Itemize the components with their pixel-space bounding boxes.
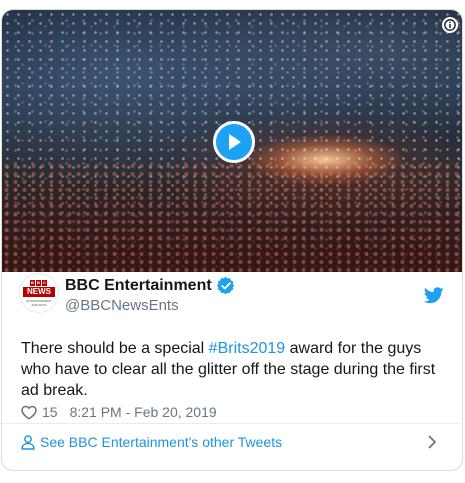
chevron-right-icon bbox=[428, 435, 436, 449]
info-icon bbox=[444, 19, 456, 31]
news-logo-word: NEWS bbox=[23, 287, 55, 297]
crowd-area bbox=[2, 162, 462, 272]
author-name[interactable]: BBC Entertainment bbox=[65, 277, 212, 295]
like-button[interactable]: 15 bbox=[21, 404, 58, 420]
author-handle[interactable]: @BBCNewsEnts bbox=[65, 297, 179, 314]
hashtag-link[interactable]: #Brits2019 bbox=[209, 340, 286, 357]
see-more-label[interactable]: See BBC Entertainment's other Tweets bbox=[40, 434, 282, 450]
bbc-logo-letter: C bbox=[42, 280, 47, 286]
verified-badge-icon bbox=[216, 277, 234, 295]
author-name-row[interactable]: BBC Entertainment bbox=[65, 277, 235, 295]
embedded-tweet-card bbox=[1, 9, 463, 471]
tweet-text-part: There should be a special bbox=[21, 340, 209, 357]
like-count: 15 bbox=[42, 404, 58, 420]
twitter-bird-icon bbox=[423, 287, 444, 304]
twitter-logo[interactable] bbox=[423, 287, 444, 309]
see-more-tweets-link[interactable]: See BBC Entertainment's other Tweets bbox=[0, 424, 460, 460]
tweet-text: There should be a special #Brits2019 awa… bbox=[21, 338, 446, 401]
tweet-timestamp[interactable]: 8:21 PM - Feb 20, 2019 bbox=[70, 404, 217, 420]
bbc-logo-letter: B bbox=[36, 280, 41, 286]
video-thumbnail[interactable] bbox=[2, 10, 462, 272]
play-icon bbox=[229, 134, 241, 150]
bbc-logo-letter: B bbox=[30, 280, 35, 286]
tweet-meta: 15 8:21 PM - Feb 20, 2019 bbox=[21, 404, 217, 420]
avatar[interactable]: B B C NEWS ENTERTAINMENT AND ARTS bbox=[19, 273, 59, 313]
heart-icon bbox=[21, 405, 37, 420]
info-button[interactable] bbox=[442, 17, 458, 33]
user-icon-wrap bbox=[21, 434, 35, 450]
play-button[interactable] bbox=[213, 121, 255, 163]
user-icon bbox=[21, 434, 35, 450]
avatar-subtitle: ENTERTAINMENT AND ARTS bbox=[26, 299, 52, 307]
bbc-logo-blocks: B B C bbox=[30, 280, 47, 286]
